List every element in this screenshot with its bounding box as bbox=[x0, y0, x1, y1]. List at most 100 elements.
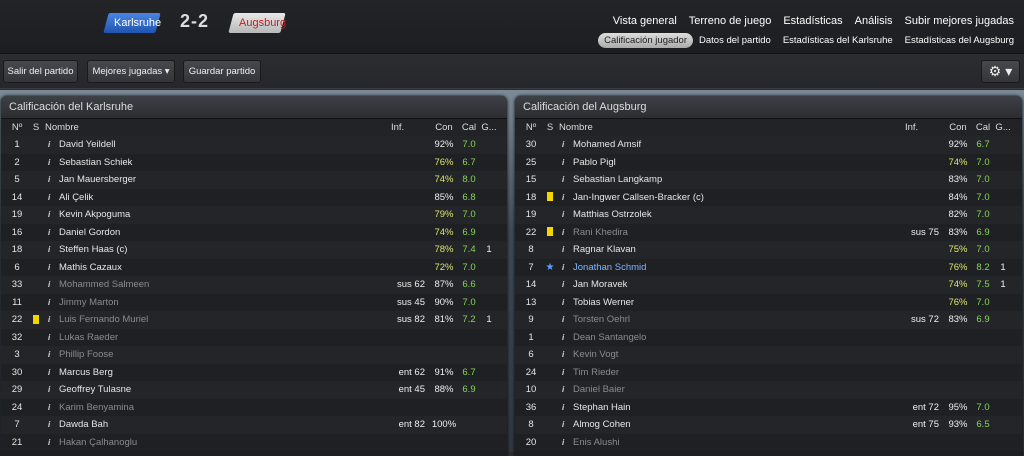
info-icon[interactable]: i bbox=[48, 416, 54, 434]
info-icon[interactable]: i bbox=[48, 399, 54, 417]
player-name[interactable]: Luis Fernando Muriel bbox=[59, 311, 329, 329]
player-name[interactable]: Jimmy Marton bbox=[59, 294, 329, 312]
table-row[interactable]: 22 i Rani Khedira sus 75 83% 6.9 bbox=[515, 223, 1022, 242]
info-icon[interactable]: i bbox=[562, 189, 568, 207]
table-row[interactable]: 2 i Sebastian Schiek 76% 6.7 bbox=[1, 153, 507, 172]
player-name[interactable]: Ali Çelik bbox=[59, 189, 329, 207]
player-name[interactable]: Jan Mauersberger bbox=[59, 171, 329, 189]
info-icon[interactable]: i bbox=[562, 381, 568, 399]
info-icon[interactable]: i bbox=[562, 224, 568, 242]
table-row[interactable]: 32 i Lukas Raeder bbox=[1, 328, 507, 347]
player-name[interactable]: Mohammed Salmeen bbox=[59, 276, 329, 294]
table-row[interactable]: 29 i Geoffrey Tulasne ent 45 88% 6.9 bbox=[1, 381, 507, 399]
col-g[interactable]: G... bbox=[993, 119, 1013, 137]
table-row[interactable]: 14 i Ali Çelik 85% 6.8 bbox=[1, 188, 507, 207]
tab-away-stats[interactable]: Estadísticas del Augsburg bbox=[899, 33, 1020, 48]
player-name[interactable]: Daniel Baier bbox=[573, 381, 843, 399]
table-row[interactable]: 6 i Mathis Cazaux 72% 7.0 bbox=[1, 258, 507, 277]
col-no[interactable]: Nº bbox=[521, 119, 541, 137]
save-match-button[interactable]: Guardar partido bbox=[183, 60, 261, 83]
player-name[interactable]: Geoffrey Tulasne bbox=[59, 381, 329, 399]
table-row[interactable]: 25 i Pablo Pigl 74% 7.0 bbox=[515, 153, 1022, 171]
table-row[interactable]: 21 i Hakan Çalhanoglu bbox=[1, 433, 507, 452]
nav-analysis[interactable]: Análisis bbox=[849, 13, 899, 29]
table-row[interactable]: 30 i Marcus Berg ent 62 91% 6.7 bbox=[1, 363, 507, 382]
table-row[interactable]: 18 i Jan-Ingwer Callsen-Bracker (c) 84% 7.0 bbox=[515, 188, 1022, 207]
table-row[interactable]: 13 i Tobias Werner 76% 7.0 bbox=[515, 293, 1022, 312]
player-name[interactable]: Mohamed Amsif bbox=[573, 136, 843, 154]
table-row[interactable]: 16 i Daniel Gordon 74% 6.9 bbox=[1, 223, 507, 242]
table-row[interactable]: 18 i Steffen Haas (c) 78% 7.4 1 bbox=[1, 241, 507, 259]
nav-stats[interactable]: Estadísticas bbox=[777, 13, 848, 29]
player-name[interactable]: Matthias Ostrzolek bbox=[573, 206, 843, 224]
col-name[interactable]: Nombre bbox=[559, 119, 829, 137]
info-icon[interactable]: i bbox=[562, 399, 568, 417]
highlights-dropdown[interactable]: Mejores jugadas ▾ bbox=[87, 60, 175, 83]
info-icon[interactable]: i bbox=[48, 189, 54, 207]
info-icon[interactable]: i bbox=[562, 276, 568, 294]
player-name[interactable]: Mathis Cazaux bbox=[59, 259, 329, 277]
table-row[interactable]: 8 i Ragnar Klavan 75% 7.0 bbox=[515, 241, 1022, 259]
player-name[interactable]: Jonathan Schmid bbox=[573, 259, 843, 277]
gear-icon[interactable]: ⚙ ▾ bbox=[981, 60, 1020, 83]
player-name[interactable]: Kevin Akpoguma bbox=[59, 206, 329, 224]
home-team-badge[interactable]: Karlsruhe bbox=[103, 13, 161, 33]
table-row[interactable]: 3 i Phillip Foose bbox=[1, 346, 507, 364]
info-icon[interactable]: i bbox=[562, 259, 568, 277]
player-name[interactable]: Tim Rieder bbox=[573, 364, 843, 382]
player-name[interactable]: Hakan Çalhanoglu bbox=[59, 434, 329, 452]
player-name[interactable]: Steffen Haas (c) bbox=[59, 241, 329, 259]
info-icon[interactable]: i bbox=[48, 136, 54, 154]
col-s[interactable]: S bbox=[30, 119, 42, 137]
player-name[interactable]: Enis Alushi bbox=[573, 434, 843, 452]
col-con[interactable]: Con bbox=[943, 119, 973, 137]
nav-overview[interactable]: Vista general bbox=[607, 13, 683, 29]
player-name[interactable]: Tobias Werner bbox=[573, 294, 843, 312]
player-name[interactable]: Sebastian Schiek bbox=[59, 154, 329, 172]
table-row[interactable]: 20 i Enis Alushi bbox=[515, 433, 1022, 452]
table-row[interactable]: 8 i Almog Cohen ent 75 93% 6.5 bbox=[515, 416, 1022, 434]
info-icon[interactable]: i bbox=[562, 329, 568, 347]
table-row[interactable]: 15 i Sebastian Langkamp 83% 7.0 bbox=[515, 171, 1022, 189]
player-name[interactable]: Kevin Vogt bbox=[573, 346, 843, 364]
player-name[interactable]: Torsten Oehrl bbox=[573, 311, 843, 329]
info-icon[interactable]: i bbox=[48, 294, 54, 312]
player-name[interactable]: Daniel Gordon bbox=[59, 224, 329, 242]
player-name[interactable]: Almog Cohen bbox=[573, 416, 843, 434]
table-row[interactable]: 33 i Mohammed Salmeen sus 62 87% 6.6 bbox=[1, 276, 507, 294]
tab-home-stats[interactable]: Estadísticas del Karlsruhe bbox=[777, 33, 899, 48]
player-name[interactable]: Rani Khedira bbox=[573, 224, 843, 242]
col-s[interactable]: S bbox=[544, 119, 556, 137]
info-icon[interactable]: i bbox=[562, 364, 568, 382]
col-name[interactable]: Nombre bbox=[45, 119, 315, 137]
player-name[interactable]: Marcus Berg bbox=[59, 364, 329, 382]
table-row[interactable]: 24 i Karim Benyamina bbox=[1, 398, 507, 417]
table-row[interactable]: 14 i Jan Moravek 74% 7.5 1 bbox=[515, 276, 1022, 294]
info-icon[interactable]: i bbox=[48, 241, 54, 259]
info-icon[interactable]: i bbox=[48, 259, 54, 277]
col-no[interactable]: Nº bbox=[7, 119, 27, 137]
info-icon[interactable]: i bbox=[562, 294, 568, 312]
table-row[interactable]: 1 i David Yeildell 92% 7.0 bbox=[1, 136, 507, 154]
info-icon[interactable]: i bbox=[562, 171, 568, 189]
info-icon[interactable]: i bbox=[48, 434, 54, 452]
player-name[interactable]: Dawda Bah bbox=[59, 416, 329, 434]
player-name[interactable]: Jan Moravek bbox=[573, 276, 843, 294]
info-icon[interactable]: i bbox=[562, 136, 568, 154]
table-row[interactable]: 10 i Daniel Baier bbox=[515, 381, 1022, 399]
table-row[interactable]: 36 i Stephan Hain ent 72 95% 7.0 bbox=[515, 398, 1022, 417]
player-name[interactable]: Ragnar Klavan bbox=[573, 241, 843, 259]
nav-pitch[interactable]: Terreno de juego bbox=[683, 13, 778, 29]
player-name[interactable]: Lukas Raeder bbox=[59, 329, 329, 347]
table-row[interactable]: 22 i Luis Fernando Muriel sus 82 81% 7.2 1 bbox=[1, 311, 507, 329]
info-icon[interactable]: i bbox=[562, 206, 568, 224]
table-row[interactable]: 19 i Matthias Ostrzolek 82% 7.0 bbox=[515, 206, 1022, 224]
table-row[interactable]: 5 i Jan Mauersberger 74% 8.0 bbox=[1, 171, 507, 189]
info-icon[interactable]: i bbox=[48, 206, 54, 224]
player-name[interactable]: Stephan Hain bbox=[573, 399, 843, 417]
exit-match-button[interactable]: Salir del partido bbox=[3, 60, 78, 83]
col-con[interactable]: Con bbox=[429, 119, 459, 137]
table-row[interactable]: 24 i Tim Rieder bbox=[515, 363, 1022, 382]
info-icon[interactable]: i bbox=[562, 346, 568, 364]
info-icon[interactable]: i bbox=[562, 416, 568, 434]
